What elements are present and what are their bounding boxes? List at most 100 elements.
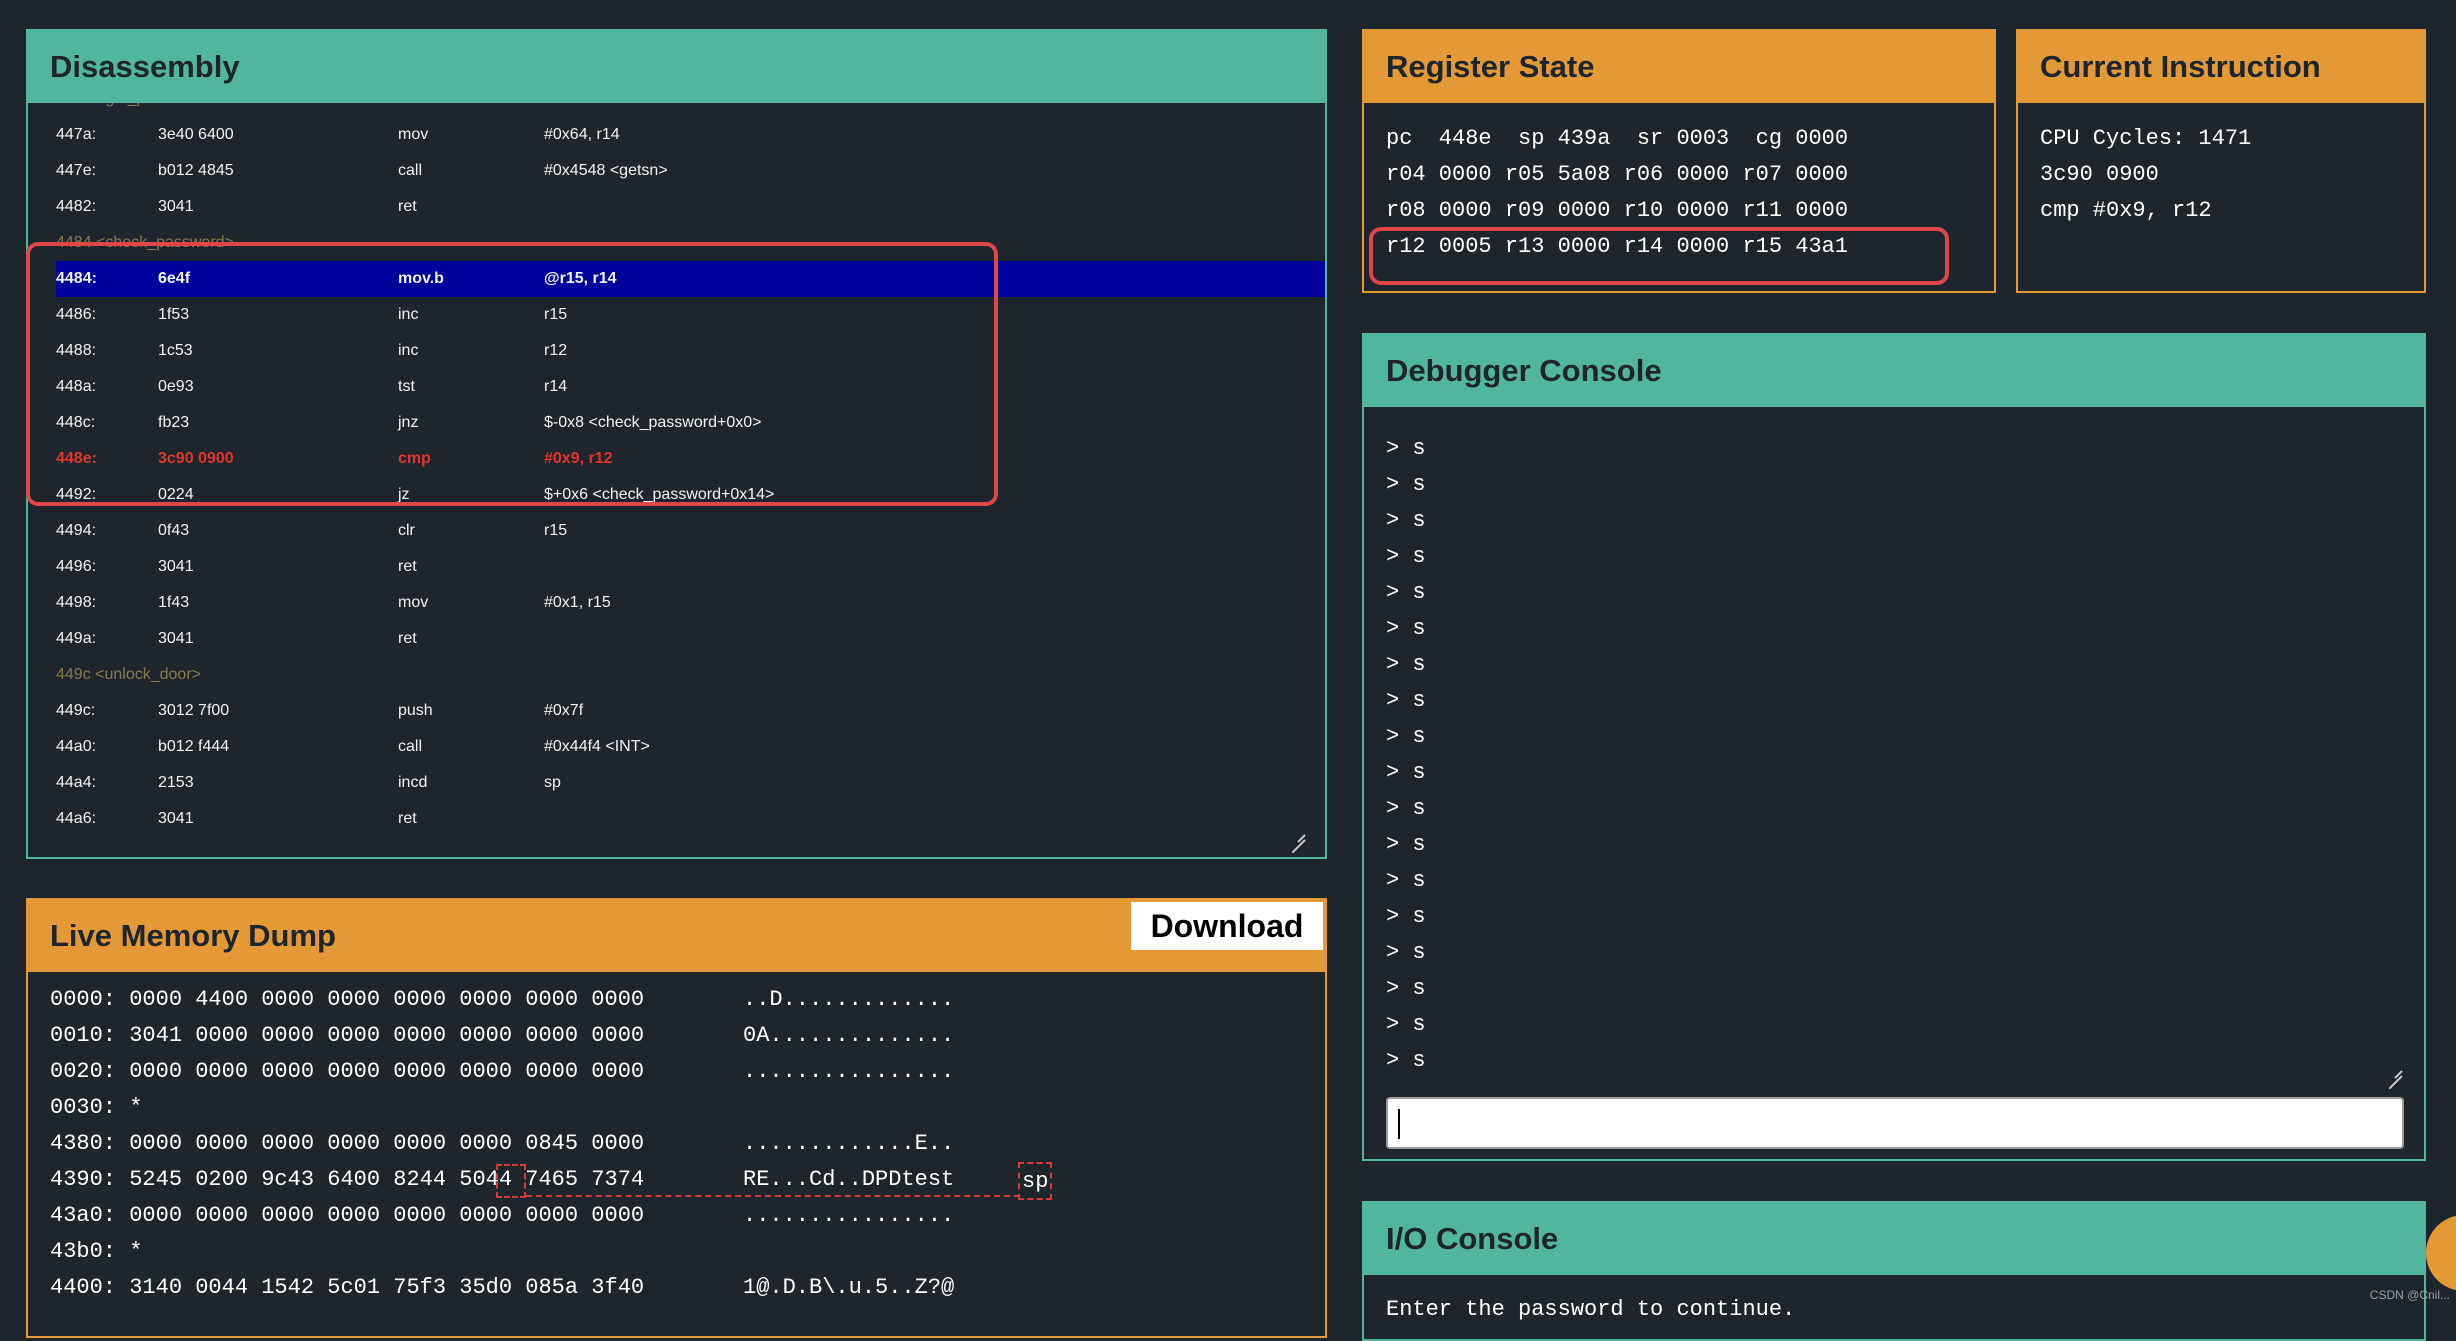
console-line: > s <box>1386 1048 1426 1073</box>
disassembly-listing[interactable]: 447a <get_password> 447a: 3e40 6400 mov #0x6… <box>28 103 1325 829</box>
instruction-args: r14 <box>544 378 568 395</box>
debugger-command-input[interactable] <box>1386 1097 2404 1149</box>
instruction-args: sp <box>544 774 561 791</box>
instruction-text: cmp #0x9, r12 <box>2040 198 2212 223</box>
text-caret <box>1398 1109 1400 1139</box>
instruction-op: clr <box>398 522 415 539</box>
instruction-bytes: 0224 <box>158 486 194 503</box>
instruction-row[interactable]: 4498: 1f43 mov #0x1, r15 <box>56 585 1325 621</box>
breakpoint-row[interactable]: 448e: 3c90 0900 cmp #0x9, r12 <box>56 441 1325 477</box>
instruction-addr: 4482: <box>56 198 97 215</box>
instruction-op: incd <box>398 774 428 791</box>
instruction-op: push <box>398 702 433 719</box>
instruction-bytes: 3041 <box>158 630 194 647</box>
memory-hex: 4400: 3140 0044 1542 5c01 75f3 35d0 085a… <box>50 1275 645 1300</box>
instruction-args: @r15, r14 <box>544 270 617 287</box>
instruction-row[interactable]: 447e: b012 4845 call #0x4548 <getsn> <box>56 153 1325 189</box>
instruction-bytes: 3c90 0900 <box>158 450 234 467</box>
instruction-addr: 4498: <box>56 594 97 611</box>
instruction-row[interactable]: 4494: 0f43 clr r15 <box>56 513 1325 549</box>
instruction-row[interactable]: 448a: 0e93 tst r14 <box>56 369 1325 405</box>
instruction-row[interactable]: 4492: 0224 jz $+0x6 <check_password+0x14> <box>56 477 1325 513</box>
instruction-row[interactable]: 4496: 3041 ret <box>56 549 1325 585</box>
instruction-op: jz <box>398 486 410 503</box>
instruction-bytes: 3041 <box>158 558 194 575</box>
memory-hex: 0030: * <box>50 1095 143 1120</box>
download-button[interactable]: Download <box>1131 902 1323 950</box>
instruction-addr: 447a: <box>56 126 97 143</box>
console-line: > s <box>1386 616 1426 641</box>
instruction-row[interactable]: 4482: 3041 ret <box>56 189 1325 225</box>
instruction-addr: 4486: <box>56 306 97 323</box>
instruction-row[interactable]: 449c: 3012 7f00 push #0x7f <box>56 693 1325 729</box>
memory-dump-panel: Live Memory Dump Download 0000: 0000 440… <box>26 898 1327 1338</box>
instruction-bytes: 3041 <box>158 198 194 215</box>
resize-handle-icon[interactable] <box>1291 827 1305 841</box>
instruction-op: call <box>398 162 423 179</box>
instruction-row[interactable]: 447a: 3e40 6400 mov #0x64, r14 <box>56 117 1325 153</box>
instruction-row[interactable]: 449a: 3041 ret <box>56 621 1325 657</box>
instruction-op: jnz <box>398 414 419 431</box>
instruction-bytes: 3c90 0900 <box>2040 162 2159 187</box>
instruction-args: r15 <box>544 306 568 323</box>
console-line: > s <box>1386 976 1426 1001</box>
function-label[interactable]: 4484 <check_password> <box>56 225 1325 261</box>
current-instruction-row[interactable]: 4484: 6e4f mov.b @r15, r14 <box>56 261 1325 297</box>
console-line: > s <box>1386 436 1426 461</box>
function-label[interactable]: 449c <unlock_door> <box>56 657 1325 693</box>
io-console-title: I/O Console <box>1364 1203 2424 1275</box>
memory-hex: 43b0: * <box>50 1239 143 1264</box>
memory-hex: 43a0: 0000 0000 0000 0000 0000 0000 0000… <box>50 1203 645 1228</box>
instruction-args: #0x9, r12 <box>544 450 613 467</box>
instruction-addr: 4496: <box>56 558 97 575</box>
console-line: > s <box>1386 796 1426 821</box>
instruction-op: call <box>398 738 423 755</box>
disassembly-title: Disassembly <box>28 31 1325 103</box>
current-instruction-title: Current Instruction <box>2018 31 2424 103</box>
instruction-row[interactable]: 448c: fb23 jnz $-0x8 <check_password+0x0> <box>56 405 1325 441</box>
instruction-args: #0x44f4 <INT> <box>544 738 650 755</box>
memory-hex: 0010: 3041 0000 0000 0000 0000 0000 0000… <box>50 1023 645 1048</box>
debugger-output: > s > s > s > s > s > s > s > s > s > s > s > s > s >… <box>1386 431 1426 1079</box>
instruction-op: mov <box>398 126 429 143</box>
current-instruction-info: CPU Cycles: 1471 3c90 0900 cmp #0x9, r12 <box>2040 121 2251 229</box>
function-label: 447a <get_password> <box>56 103 1325 117</box>
console-line: > s <box>1386 1012 1426 1037</box>
instruction-args: r15 <box>544 522 568 539</box>
console-line: > s <box>1386 688 1426 713</box>
console-line: > s <box>1386 472 1426 497</box>
instruction-args: r12 <box>544 342 568 359</box>
instruction-op: ret <box>398 630 417 647</box>
memory-hex: 4380: 0000 0000 0000 0000 0000 0000 0845… <box>50 1131 645 1156</box>
instruction-row[interactable]: 44a4: 2153 incd sp <box>56 765 1325 801</box>
resize-handle-icon[interactable] <box>2388 1063 2402 1077</box>
instruction-bytes: 0e93 <box>158 378 194 395</box>
instruction-op: ret <box>398 198 417 215</box>
instruction-bytes: 3012 7f00 <box>158 702 230 719</box>
instruction-row[interactable]: 4488: 1c53 inc r12 <box>56 333 1325 369</box>
register-state-title: Register State <box>1364 31 1994 103</box>
console-line: > s <box>1386 760 1426 785</box>
instruction-bytes: 6e4f <box>158 270 191 287</box>
instruction-row[interactable]: 44a6: 3041 ret <box>56 801 1325 829</box>
memory-ascii: .............E.. <box>743 1131 955 1156</box>
memory-hex: 4390: 5245 0200 9c43 6400 8244 5044 7465… <box>50 1167 645 1192</box>
instruction-addr: 448e: <box>56 450 97 467</box>
instruction-args: #0x7f <box>544 702 584 719</box>
memory-ascii: ................ <box>743 1203 955 1228</box>
instruction-row[interactable]: 4486: 1f53 inc r15 <box>56 297 1325 333</box>
instruction-addr: 448c: <box>56 414 96 431</box>
memory-ascii: ..D............. <box>743 987 955 1012</box>
console-line: > s <box>1386 580 1426 605</box>
instruction-bytes: 2153 <box>158 774 194 791</box>
instruction-row[interactable]: 44a0: b012 f444 call #0x44f4 <INT> <box>56 729 1325 765</box>
register-line: r04 0000 r05 5a08 r06 0000 r07 0000 <box>1386 162 1849 187</box>
memory-hex: 0020: 0000 0000 0000 0000 0000 0000 0000… <box>50 1059 645 1084</box>
memory-hex: 0000: 0000 4400 0000 0000 0000 0000 0000… <box>50 987 645 1012</box>
watermark: CSDN @Cnil... <box>2369 1288 2450 1302</box>
register-line: r08 0000 r09 0000 r10 0000 r11 0000 <box>1386 198 1849 223</box>
memory-ascii: 0A.............. <box>743 1023 955 1048</box>
instruction-addr: 4492: <box>56 486 97 503</box>
floating-action-button[interactable] <box>2426 1215 2456 1291</box>
console-line: > s <box>1386 652 1426 677</box>
